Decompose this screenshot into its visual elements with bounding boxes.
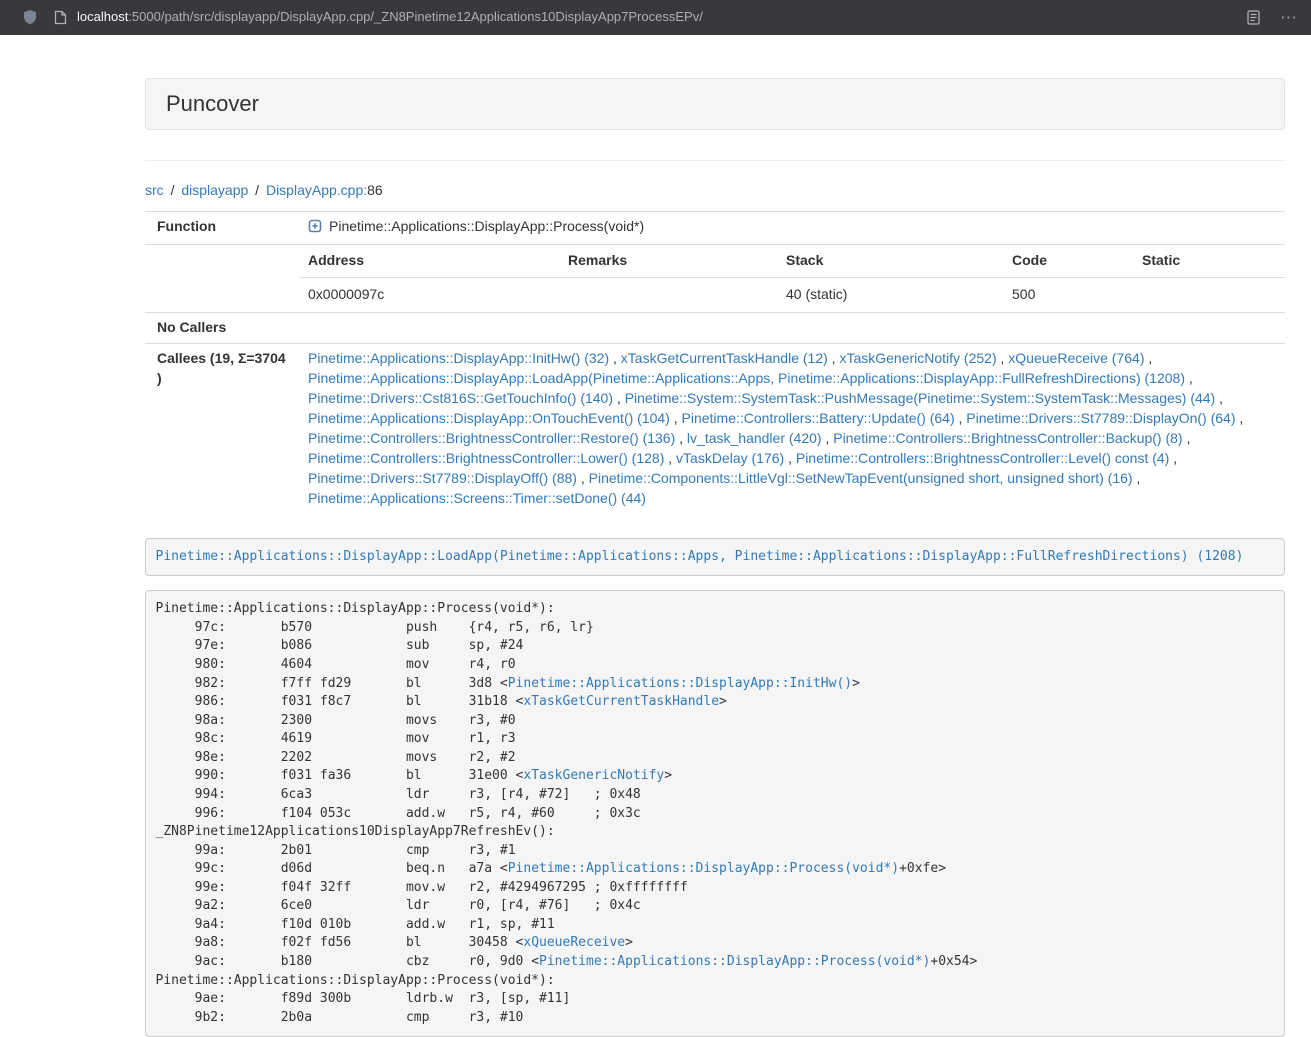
app-title: Puncover <box>166 91 259 116</box>
function-row: Function Pinetime::Applications::Display… <box>145 211 1285 244</box>
line-number: 86 <box>367 182 383 198</box>
callee-link[interactable]: vTaskDelay (176) <box>676 450 784 466</box>
reader-view-icon[interactable] <box>1247 10 1260 25</box>
browser-toolbar: localhost:5000/path/src/displayapp/Displ… <box>0 0 1311 35</box>
shield-icon-svg <box>22 9 38 26</box>
no-callers-row: No Callers <box>145 312 1285 343</box>
reader-view-icon-svg <box>1247 10 1260 25</box>
page-icon[interactable] <box>54 10 67 25</box>
assembly-symbol-link[interactable]: Pinetime::Applications::DisplayApp::Init… <box>508 676 852 691</box>
remarks-value <box>560 277 778 311</box>
metrics-header-row: Address Remarks Stack Code Static <box>300 245 1285 277</box>
assembly-symbol-link[interactable]: xQueueReceive <box>523 935 625 950</box>
function-table: Function Pinetime::Applications::Display… <box>145 211 1285 514</box>
callee-link[interactable]: Pinetime::Applications::DisplayApp::OnTo… <box>308 410 670 426</box>
callee-link[interactable]: lv_task_handler (420) <box>687 430 822 446</box>
callees-row: Callees (19, Σ=3704 ) Pinetime::Applicat… <box>145 343 1285 513</box>
address-value: 0x0000097c <box>300 277 560 311</box>
code-value: 500 <box>1004 277 1134 311</box>
signature-link[interactable]: Pinetime::Applications::DisplayApp::Load… <box>156 549 1244 564</box>
callee-link[interactable]: Pinetime::Controllers::BrightnessControl… <box>308 430 675 446</box>
callee-link[interactable]: Pinetime::Applications::DisplayApp::Load… <box>308 370 1185 386</box>
assembly-symbol-link[interactable]: xTaskGetCurrentTaskHandle <box>523 694 719 709</box>
stack-header: Stack <box>778 245 1004 277</box>
callee-link[interactable]: Pinetime::Drivers::Cst816S::GetTouchInfo… <box>308 390 613 406</box>
page-icon-svg <box>54 10 67 25</box>
code-header: Code <box>1004 245 1134 277</box>
callee-link[interactable]: Pinetime::Controllers::BrightnessControl… <box>308 450 664 466</box>
static-value <box>1134 277 1285 311</box>
divider <box>145 160 1285 161</box>
breadcrumb-separator: / <box>171 182 175 198</box>
remarks-header: Remarks <box>560 245 778 277</box>
callee-link[interactable]: xTaskGenericNotify (252) <box>839 350 996 366</box>
callee-link[interactable]: Pinetime::System::SystemTask::PushMessag… <box>625 390 1216 406</box>
assembly-symbol-link[interactable]: Pinetime::Applications::DisplayApp::Proc… <box>508 861 899 876</box>
signature-box: Pinetime::Applications::DisplayApp::Load… <box>145 538 1285 577</box>
url-path: :5000/path/src/displayapp/DisplayApp.cpp… <box>128 9 703 24</box>
assembly-symbol-link[interactable]: xTaskGenericNotify <box>523 768 664 783</box>
url-bar[interactable]: localhost:5000/path/src/displayapp/Displ… <box>77 8 1247 27</box>
callee-link[interactable]: Pinetime::Drivers::St7789::DisplayOff() … <box>308 470 577 486</box>
breadcrumb: src / displayapp / DisplayApp.cpp:86 <box>145 181 1285 201</box>
shield-icon[interactable] <box>22 9 38 26</box>
function-name: Pinetime::Applications::DisplayApp::Proc… <box>329 218 644 234</box>
no-callers-label: No Callers <box>145 312 300 343</box>
url-domain: localhost <box>77 9 128 24</box>
callee-link[interactable]: Pinetime::Applications::DisplayApp::Init… <box>308 350 609 366</box>
metrics-value-row: 0x0000097c 40 (static) 500 <box>300 277 1285 311</box>
callee-link[interactable]: Pinetime::Controllers::BrightnessControl… <box>833 430 1182 446</box>
metrics-row: Address Remarks Stack Code Static 0x0000… <box>145 244 1285 312</box>
function-label: Function <box>145 211 300 244</box>
callee-link[interactable]: Pinetime::Controllers::BrightnessControl… <box>796 450 1169 466</box>
callee-link[interactable]: Pinetime::Drivers::St7789::DisplayOn() (… <box>966 410 1235 426</box>
assembly-symbol-link[interactable]: Pinetime::Applications::DisplayApp::Proc… <box>539 954 930 969</box>
overflow-menu-icon[interactable]: ⋯ <box>1280 9 1297 26</box>
breadcrumb-file-link[interactable]: DisplayApp.cpp: <box>266 182 367 198</box>
app-header: Puncover <box>145 78 1285 130</box>
breadcrumb-displayapp-link[interactable]: displayapp <box>181 182 248 198</box>
callee-link[interactable]: xQueueReceive (764) <box>1008 350 1144 366</box>
stack-value: 40 (static) <box>778 277 1004 311</box>
function-icon <box>308 219 322 239</box>
page-content: Puncover src / displayapp / DisplayApp.c… <box>145 35 1285 1037</box>
callee-link[interactable]: Pinetime::Controllers::Battery::Update()… <box>682 410 955 426</box>
callee-link[interactable]: Pinetime::Applications::Screens::Timer::… <box>308 490 646 506</box>
callees-label: Callees (19, Σ=3704 ) <box>145 343 300 513</box>
assembly-code: Pinetime::Applications::DisplayApp::Proc… <box>145 590 1285 1037</box>
static-header: Static <box>1134 245 1285 277</box>
breadcrumb-src-link[interactable]: src <box>145 182 164 198</box>
callees-list: Pinetime::Applications::DisplayApp::Init… <box>300 343 1285 513</box>
callee-link[interactable]: xTaskGetCurrentTaskHandle (12) <box>621 350 828 366</box>
breadcrumb-separator: / <box>255 182 259 198</box>
address-header: Address <box>300 245 560 277</box>
callee-link[interactable]: Pinetime::Components::LittleVgl::SetNewT… <box>589 470 1133 486</box>
metrics-table: Address Remarks Stack Code Static 0x0000… <box>300 245 1285 312</box>
